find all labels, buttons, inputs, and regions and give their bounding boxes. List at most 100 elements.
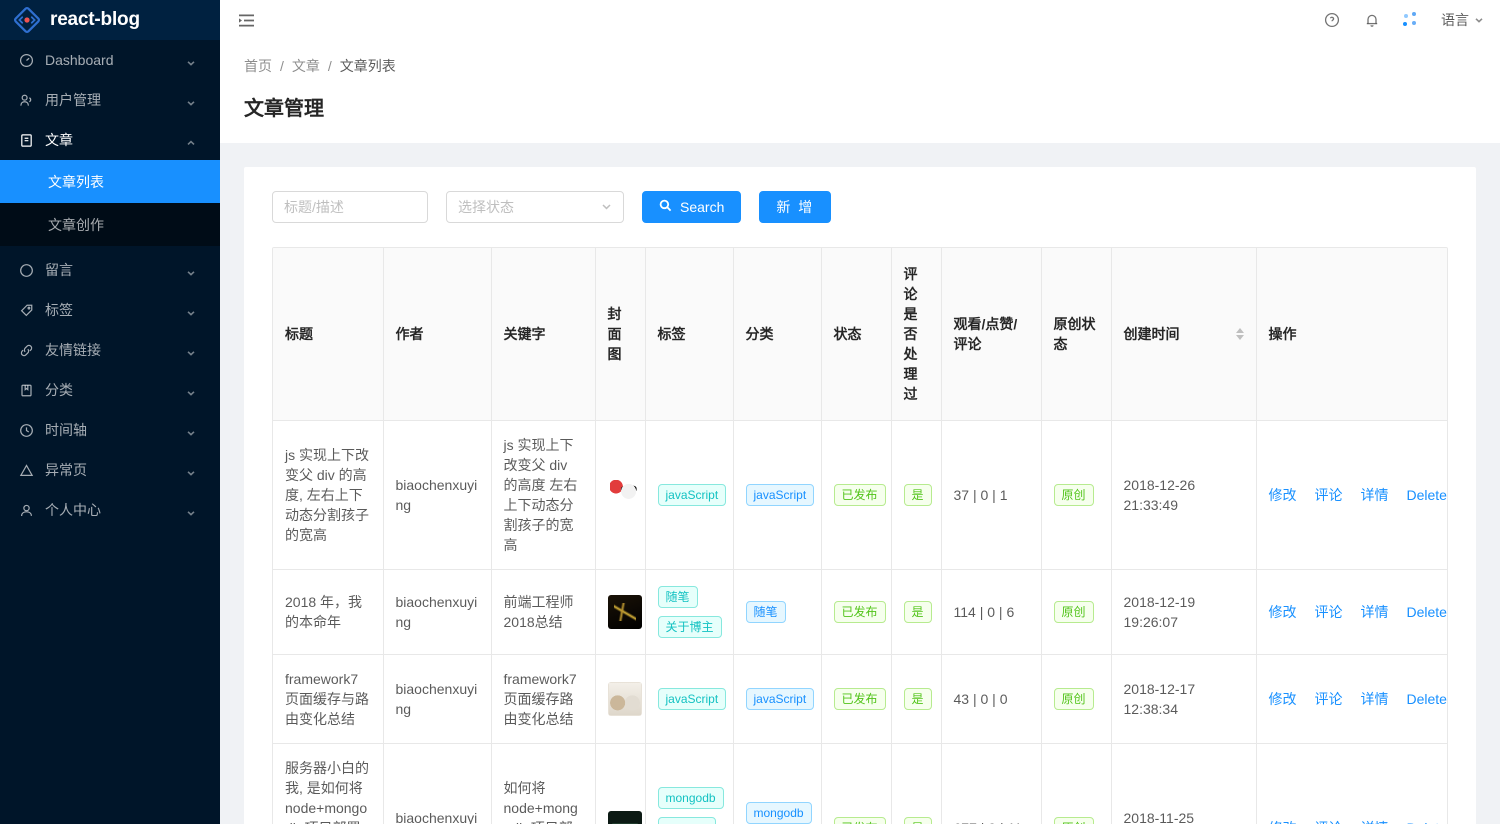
sidebar-item-message[interactable]: 留言: [0, 250, 220, 290]
col-status: 状态: [821, 248, 891, 421]
file-text-icon: [18, 132, 34, 148]
action-detail[interactable]: 详情: [1352, 689, 1398, 709]
cell-category: javaScript: [733, 655, 821, 744]
sidebar-label: 个人中心: [45, 500, 186, 520]
user-icon: [18, 502, 34, 518]
cell-cover: [595, 655, 645, 744]
sidebar-item-timeline[interactable]: 时间轴: [0, 410, 220, 450]
brand-title: react-blog: [50, 9, 140, 31]
cell-tags: 随笔 关于博主: [645, 570, 733, 655]
cover-thumbnail[interactable]: [608, 811, 642, 824]
language-label: 语言: [1441, 10, 1469, 30]
action-delete[interactable]: Delete: [1398, 485, 1449, 505]
search-button[interactable]: Search: [642, 191, 741, 223]
category-badge: javaScript: [746, 688, 815, 710]
col-title: 标题: [273, 248, 383, 421]
cell-origin: 原创: [1041, 570, 1111, 655]
cell-title: 2018 年，我的本命年: [273, 570, 383, 655]
breadcrumb-item-home[interactable]: 首页: [244, 56, 272, 76]
cell-category: mongodb node: [733, 744, 821, 824]
cell-comment-handled: 是: [891, 655, 941, 744]
col-keywords: 关键字: [491, 248, 595, 421]
sidebar-item-dashboard[interactable]: Dashboard: [0, 40, 220, 80]
article-list-card: 选择状态 Search 新 增: [244, 167, 1476, 824]
brand-logo-area[interactable]: react-blog: [0, 0, 220, 40]
sidebar-item-profile[interactable]: 个人中心: [0, 490, 220, 530]
action-edit[interactable]: 修改: [1269, 689, 1306, 709]
sidebar-label: 异常页: [45, 460, 186, 480]
content-scroll: 选择状态 Search 新 增: [220, 143, 1500, 824]
sidebar-item-category[interactable]: 分类: [0, 370, 220, 410]
tag-badge: 随笔: [658, 586, 698, 608]
breadcrumb-item-article[interactable]: 文章: [292, 56, 320, 76]
sidebar-item-article-create[interactable]: 文章创作: [0, 203, 220, 246]
language-switcher[interactable]: 语言: [1441, 10, 1484, 30]
chevron-up-icon: [186, 135, 196, 145]
origin-badge: 原创: [1054, 817, 1094, 824]
sidebar-submenu-article: 文章列表 文章创作: [0, 160, 220, 246]
col-created-time[interactable]: 创建时间: [1111, 248, 1256, 421]
table-row: 服务器小白的我, 是如何将 node+mongodb 项目部署在服务器上并进行性…: [273, 744, 1448, 824]
action-delete[interactable]: Delete: [1398, 602, 1449, 622]
table-header-row: 标题 作者 关键字 封面图 标签 分类 状态 评论是否处理过 观看/点赞/评论 …: [273, 248, 1448, 421]
action-delete[interactable]: Delete: [1398, 689, 1449, 709]
chevron-down-icon: [186, 265, 196, 275]
sidebar-item-user-management[interactable]: 用户管理: [0, 80, 220, 120]
tag-icon: [18, 302, 34, 318]
category-badge: javaScript: [746, 484, 815, 506]
dots-grid-icon[interactable]: [1403, 12, 1419, 28]
question-circle-icon[interactable]: [1323, 11, 1341, 29]
sidebar: react-blog Dashboard 用户管理: [0, 0, 220, 824]
status-badge: 已发布: [834, 817, 886, 824]
cell-status: 已发布: [821, 570, 891, 655]
cover-thumbnail[interactable]: [608, 682, 642, 716]
table-row: js 实现上下改变父 div 的高度, 左右上下动态分割孩子的宽高 biaoch…: [273, 421, 1448, 570]
action-detail[interactable]: 详情: [1352, 602, 1398, 622]
status-select[interactable]: 选择状态: [446, 191, 624, 223]
sidebar-item-tags[interactable]: 标签: [0, 290, 220, 330]
action-comment[interactable]: 评论: [1306, 689, 1352, 709]
col-cover: 封面图: [595, 248, 645, 421]
menu-fold-icon[interactable]: [232, 6, 260, 34]
react-diamond-logo-icon: [14, 7, 40, 33]
action-edit[interactable]: 修改: [1269, 602, 1306, 622]
action-edit[interactable]: 修改: [1269, 485, 1306, 505]
cover-thumbnail[interactable]: [608, 595, 642, 629]
action-detail[interactable]: 详情: [1352, 485, 1398, 505]
action-comment[interactable]: 评论: [1306, 602, 1352, 622]
search-input[interactable]: [272, 191, 428, 223]
action-comment[interactable]: 评论: [1306, 818, 1352, 824]
dashboard-icon: [18, 52, 34, 68]
action-comment[interactable]: 评论: [1306, 485, 1352, 505]
col-author: 作者: [383, 248, 491, 421]
comment-handled-badge: 是: [904, 601, 932, 623]
cell-cover: [595, 570, 645, 655]
status-badge: 已发布: [834, 688, 886, 710]
sidebar-label: 文章: [45, 130, 186, 150]
cell-title: js 实现上下改变父 div 的高度, 左右上下动态分割孩子的宽高: [273, 421, 383, 570]
article-table-wrapper: 标题 作者 关键字 封面图 标签 分类 状态 评论是否处理过 观看/点赞/评论 …: [272, 247, 1448, 824]
col-tags: 标签: [645, 248, 733, 421]
action-detail[interactable]: 详情: [1352, 818, 1398, 824]
add-button[interactable]: 新 增: [759, 191, 831, 223]
cell-author: biaochenxuying: [383, 421, 491, 570]
sidebar-item-exception[interactable]: 异常页: [0, 450, 220, 490]
add-button-label: 新 增: [776, 197, 814, 217]
action-delete[interactable]: Delete: [1398, 818, 1449, 824]
clock-icon: [18, 422, 34, 438]
cover-thumbnail[interactable]: [608, 478, 642, 512]
bell-icon[interactable]: [1363, 11, 1381, 29]
chevron-down-icon: [186, 465, 196, 475]
origin-badge: 原创: [1054, 484, 1094, 506]
category-badge: 随笔: [746, 601, 786, 623]
category-badge: mongodb: [746, 802, 812, 824]
sidebar-item-article-list[interactable]: 文章列表: [0, 160, 220, 203]
sidebar-label: 留言: [45, 260, 186, 280]
action-edit[interactable]: 修改: [1269, 818, 1306, 824]
page-header: 首页 / 文章 / 文章列表 文章管理: [220, 40, 1500, 143]
sidebar-item-article[interactable]: 文章: [0, 120, 220, 160]
sort-updown-icon[interactable]: [1236, 328, 1244, 340]
cell-keywords: js 实现上下改变父 div 的高度 左右上下动态分割孩子的宽高: [491, 421, 595, 570]
cell-created-time: 2018-12-26 21:33:49: [1111, 421, 1256, 570]
sidebar-item-friend-links[interactable]: 友情链接: [0, 330, 220, 370]
